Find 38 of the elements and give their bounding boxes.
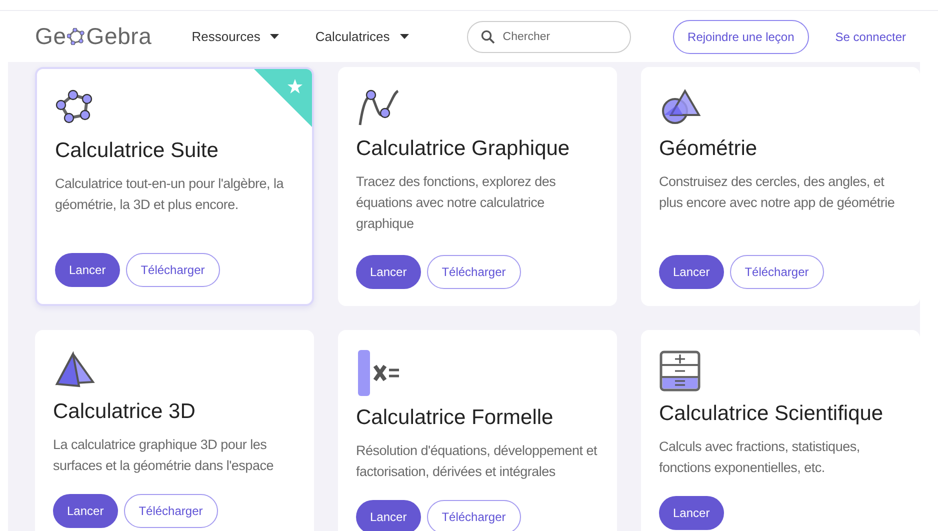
card-title: Géométrie (659, 137, 758, 161)
launch-button[interactable]: Lancer (659, 255, 724, 289)
download-button[interactable]: Télécharger (124, 494, 218, 528)
launch-button[interactable]: Lancer (356, 500, 421, 531)
search-icon (480, 30, 495, 44)
card-title: Calculatrice Scientifique (659, 402, 884, 426)
logo-text[interactable]: Gebra (86, 25, 152, 48)
caret-icon (400, 34, 409, 39)
search-field[interactable]: Chercher (466, 20, 631, 52)
card-title: Calculatrice Formelle (356, 406, 554, 430)
calculator-icon (659, 350, 703, 392)
card-description: La calculatrice graphique 3D pour les surfaces et la géométrie dans l'espace (53, 436, 274, 475)
graph-icon (356, 87, 400, 127)
join-lesson-button[interactable]: Rejoindre une leçon (672, 20, 810, 54)
logo-text[interactable]: Ge (35, 25, 66, 48)
download-button[interactable]: Télécharger (730, 255, 824, 289)
menu-dropdown[interactable]: Calculatrices (309, 29, 415, 44)
download-button[interactable]: Télécharger (426, 255, 521, 289)
pyramid-icon (53, 350, 97, 390)
card-description: Tracez des fonctions, explorez des équations avec notre calculatrice graphique (356, 173, 557, 233)
card-title: Calculatrice 3D (53, 400, 196, 424)
card-description: Calculs avec fractions, statistiques, fonctions exponentielles, etc. (659, 438, 861, 477)
launch-button[interactable]: Lancer (659, 496, 724, 530)
card-title: Calculatrice Suite (55, 139, 220, 163)
card-title: Calculatrice Graphique (356, 137, 571, 161)
launch-button[interactable]: Lancer (55, 253, 120, 287)
launch-button[interactable]: Lancer (356, 255, 421, 289)
menu-dropdown[interactable]: Ressources (186, 29, 286, 44)
card-description: Calculatrice tout-en-un pour l'algèbre, la géométrie, la 3D et plus encore. (55, 175, 285, 214)
caret-icon (270, 34, 280, 39)
download-button[interactable]: Télécharger (426, 500, 521, 531)
card-description: Résolution d'équations, développement et factorisation, dérivées et intégrales (356, 442, 598, 481)
circle-triangle-icon (659, 87, 703, 127)
pentagon-logo-icon[interactable] (67, 28, 86, 45)
launch-button[interactable]: Lancer (53, 494, 118, 528)
login-link[interactable]: Se connecter (835, 30, 906, 44)
card-description: Construisez des cercles, des angles, et plus encore avec notre app de géométrie (659, 173, 896, 212)
download-button[interactable]: Télécharger (126, 253, 220, 287)
